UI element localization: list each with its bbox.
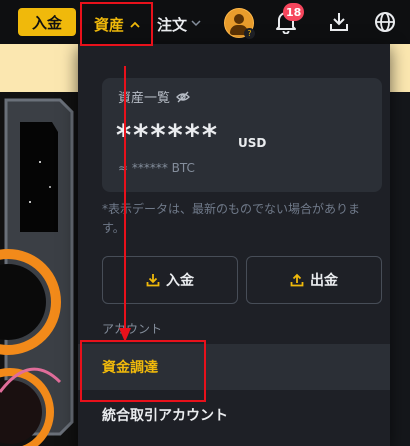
nav-assets-menu[interactable]: 資産 [82, 4, 152, 44]
menu-item-funding[interactable]: 資金調達 [78, 344, 390, 390]
deposit-icon [146, 274, 160, 287]
menu-item-unified-label: 統合取引アカウント [102, 408, 228, 424]
top-navigation-bar: 入金 資産 注文 ? 18 [0, 0, 410, 44]
account-section-label: アカウント [102, 322, 163, 336]
globe-icon[interactable] [374, 11, 396, 33]
dropdown-withdraw-label: 出金 [310, 273, 338, 289]
nav-orders-label: 注文 [157, 15, 188, 34]
notification-badge: 18 [283, 3, 305, 21]
download-icon[interactable] [328, 11, 350, 33]
balance-currency: USD [238, 136, 267, 150]
data-freshness-note: *表示データは、最新のものでない場合があります。 [102, 202, 361, 235]
background-strip [390, 92, 410, 446]
background-artwork [0, 92, 78, 446]
chevron-up-icon [130, 18, 140, 31]
nav-assets-label: 資産 [93, 15, 124, 34]
avatar[interactable]: ? [224, 8, 255, 39]
withdraw-icon [290, 273, 304, 287]
dropdown-withdraw-button[interactable]: 出金 [246, 256, 382, 304]
menu-item-unified-trading[interactable]: 統合取引アカウント [78, 392, 390, 438]
chevron-down-icon [191, 19, 201, 30]
menu-item-funding-label: 資金調達 [102, 360, 158, 376]
annotation-arrow [119, 66, 131, 342]
eye-off-icon[interactable] [176, 90, 190, 104]
dropdown-deposit-label: 入金 [166, 273, 194, 289]
nav-orders-menu[interactable]: 注文 [157, 4, 201, 44]
deposit-button[interactable]: 入金 [18, 8, 76, 36]
